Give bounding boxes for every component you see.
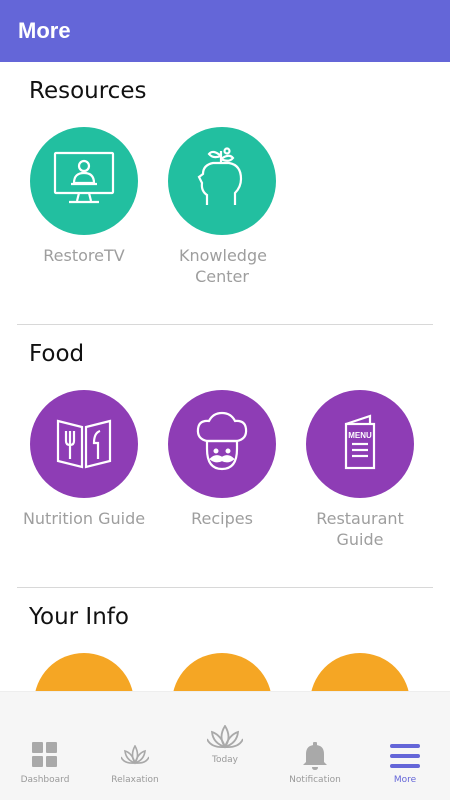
nav-item-relaxation[interactable]: Relaxation (90, 692, 180, 800)
hamburger-icon (360, 744, 450, 768)
lotus-icon (90, 745, 180, 765)
nav-item-more[interactable]: More (360, 692, 450, 800)
grid-icon (0, 742, 90, 768)
tile-nutrition-guide[interactable]: Nutrition Guide (16, 390, 152, 529)
head-sprout-icon (197, 146, 247, 216)
svg-text:MENU: MENU (348, 431, 372, 440)
nav-label-relaxation: Relaxation (111, 775, 159, 785)
nutrition-guide-circle (30, 390, 138, 498)
menu-card-icon: MENU (342, 413, 378, 475)
tile-label-nutrition-guide: Nutrition Guide (22, 509, 146, 528)
book-fork-knife-icon (56, 415, 112, 474)
tile-recipes[interactable]: Recipes (154, 390, 290, 529)
section-title-food: Food (29, 341, 85, 367)
recipes-circle (168, 390, 276, 498)
nav-item-dashboard[interactable]: Dashboard (0, 692, 90, 800)
tile-knowledge-center[interactable]: Knowledge Center (154, 127, 290, 287)
divider (17, 587, 433, 588)
nav-label-notification: Notification (289, 775, 341, 785)
nav-item-today[interactable]: Today (180, 692, 270, 800)
app-bar: More (0, 0, 450, 62)
section-title-your-info: Your Info (29, 604, 129, 630)
nav-item-notification[interactable]: Notification (270, 692, 360, 800)
tile-restoretv[interactable]: RestoreTV (16, 127, 152, 266)
section-title-resources: Resources (29, 78, 147, 104)
nav-label-today: Today (211, 755, 239, 765)
restaurant-guide-circle: MENU (306, 390, 414, 498)
page-title: More (18, 18, 71, 43)
restoretv-circle (30, 127, 138, 235)
your-info-tile-2[interactable] (172, 653, 272, 693)
tile-label-recipes: Recipes (191, 509, 253, 528)
your-info-tile-1[interactable] (34, 653, 134, 693)
chef-hat-icon (193, 411, 251, 478)
monitor-person-icon (53, 151, 115, 212)
your-info-tile-3[interactable] (310, 653, 410, 693)
nav-label-dashboard: Dashboard (20, 775, 70, 785)
nav-label-more: More (393, 775, 417, 785)
tile-label-knowledge-center: Knowledge Center (179, 246, 267, 286)
bottom-nav: Dashboard Relaxation Today Notification … (0, 691, 450, 800)
tile-label-restoretv: RestoreTV (43, 246, 125, 265)
lotus-large-icon (180, 725, 270, 749)
tile-restaurant-guide[interactable]: MENU Restaurant Guide (292, 390, 428, 550)
tile-label-restaurant-guide: Restaurant Guide (316, 509, 404, 549)
knowledge-center-circle (168, 127, 276, 235)
bell-icon (270, 742, 360, 770)
divider (17, 324, 433, 325)
